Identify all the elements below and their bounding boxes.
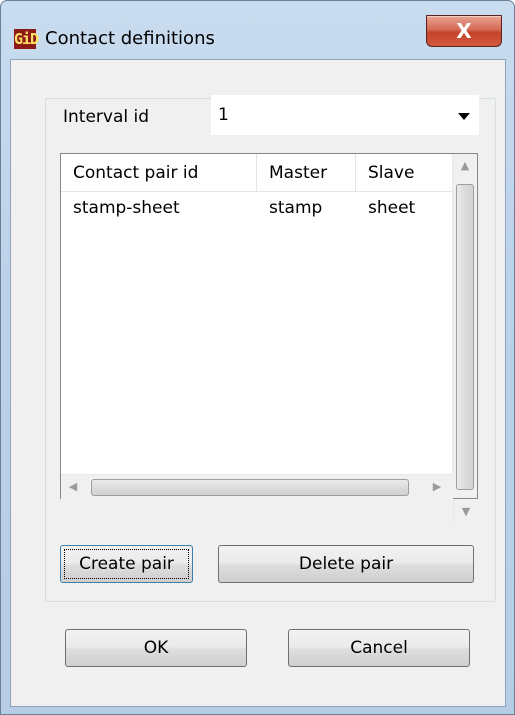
create-pair-button[interactable]: Create pair: [60, 545, 193, 583]
close-button[interactable]: X: [426, 15, 502, 47]
scroll-down-button[interactable]: ▼: [453, 500, 478, 525]
ok-button[interactable]: OK: [65, 629, 247, 667]
column-header-slave[interactable]: Slave: [356, 154, 453, 192]
delete-pair-button[interactable]: Delete pair: [218, 545, 474, 583]
scroll-right-icon[interactable]: ▶: [425, 475, 449, 499]
horizontal-scroll-thumb[interactable]: [91, 479, 409, 496]
dialog-window: GiD Contact definitions X Interval id 1 …: [0, 0, 515, 715]
chevron-down-icon[interactable]: [458, 113, 470, 120]
list-header: Contact pair id Master Slave: [61, 154, 453, 192]
horizontal-scrollbar[interactable]: ◀ ▶: [61, 474, 453, 499]
cancel-button[interactable]: Cancel: [288, 629, 470, 667]
cell-slave: sheet: [368, 198, 416, 218]
scroll-up-icon[interactable]: ▲: [453, 154, 477, 178]
vertical-scrollbar[interactable]: ▲ ▼: [452, 154, 477, 516]
interval-id-label: Interval id: [63, 107, 150, 127]
focus-ring: [64, 549, 189, 579]
contact-pairs-list[interactable]: Contact pair id Master Slave stamp-sheet…: [60, 153, 478, 516]
app-logo-icon: GiD: [14, 29, 39, 49]
vertical-scroll-thumb[interactable]: [456, 184, 474, 490]
interval-id-select[interactable]: 1: [211, 95, 479, 135]
title-bar[interactable]: GiD Contact definitions X: [1, 1, 514, 59]
table-row[interactable]: stamp-sheet stamp sheet: [61, 196, 453, 222]
column-header-master[interactable]: Master: [257, 154, 356, 192]
scroll-left-icon[interactable]: ◀: [61, 475, 85, 499]
column-header-contact-pair-id[interactable]: Contact pair id: [61, 154, 257, 192]
cell-contact-pair-id: stamp-sheet: [73, 198, 180, 218]
cell-master: stamp: [269, 198, 323, 218]
window-title: Contact definitions: [45, 28, 215, 49]
interval-id-value: 1: [218, 105, 229, 125]
